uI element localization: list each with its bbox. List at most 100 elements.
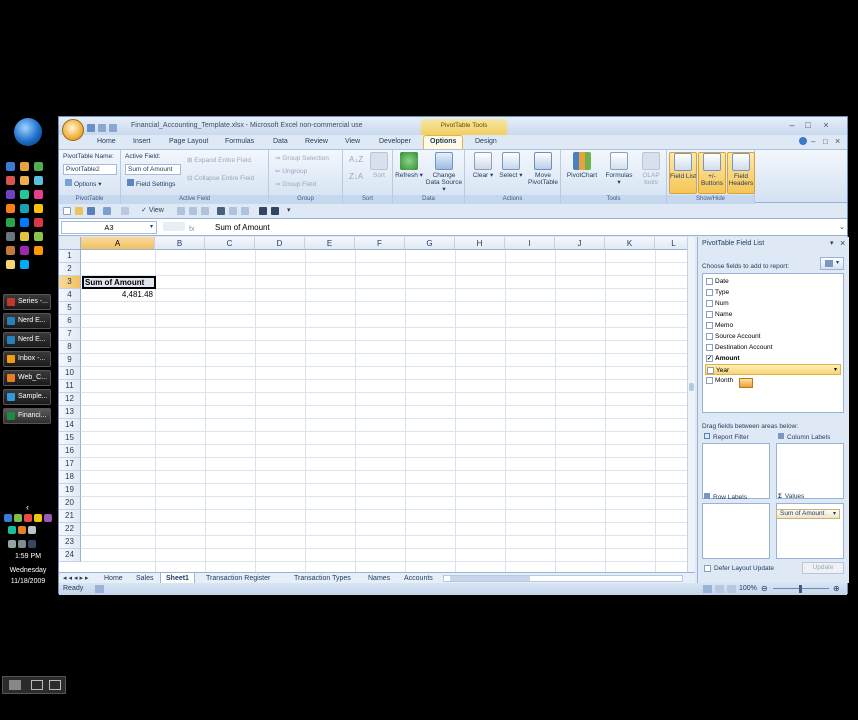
tray-icon[interactable] xyxy=(28,526,36,534)
quick-launch-icon[interactable] xyxy=(20,246,29,255)
pivotchart-button[interactable]: PivotChart xyxy=(565,152,599,179)
quick-launch-icon[interactable] xyxy=(6,204,15,213)
row-labels-area[interactable] xyxy=(702,503,770,559)
workbook-close-icon[interactable]: × xyxy=(835,136,840,146)
taskbar-button[interactable]: Nerd E... xyxy=(3,313,51,329)
page-break-view-icon[interactable] xyxy=(727,585,736,593)
sort-za-icon[interactable]: Z↓A xyxy=(349,172,363,181)
tab-developer[interactable]: Developer xyxy=(373,136,417,147)
column-header-h[interactable]: H xyxy=(455,237,505,250)
new-icon[interactable] xyxy=(63,207,71,215)
tab-review[interactable]: Review xyxy=(299,136,334,147)
field-checkbox[interactable] xyxy=(706,322,713,329)
save-icon[interactable] xyxy=(87,124,95,132)
qat-icon[interactable] xyxy=(189,207,197,215)
switch-windows-icon[interactable] xyxy=(31,680,43,690)
tray-icon[interactable] xyxy=(4,514,12,522)
field-checkbox[interactable] xyxy=(706,300,713,307)
horizontal-scrollbar[interactable] xyxy=(443,575,683,582)
qat-icon[interactable] xyxy=(201,207,209,215)
field-list-button[interactable]: Field List xyxy=(669,152,697,194)
column-header-b[interactable]: B xyxy=(155,237,205,250)
macro-record-icon[interactable] xyxy=(95,585,104,593)
worksheet-grid[interactable]: A B C D E F G H I J K L 1 2 3 4 5 6 7 8 … xyxy=(59,237,693,575)
report-filter-area[interactable] xyxy=(702,443,770,499)
zoom-in-icon[interactable]: ⊕ xyxy=(833,583,840,595)
quick-launch-icon[interactable] xyxy=(34,246,43,255)
expand-formula-icon[interactable]: ⌄ xyxy=(839,223,845,231)
taskbar-button[interactable]: Inbox -... xyxy=(3,351,51,367)
page-layout-view-icon[interactable] xyxy=(715,585,724,593)
row-header[interactable]: 6 xyxy=(59,315,81,328)
column-header-a[interactable]: A xyxy=(81,237,155,250)
column-header-c[interactable]: C xyxy=(205,237,255,250)
tab-view[interactable]: View xyxy=(339,136,366,147)
quick-launch-icon[interactable] xyxy=(20,218,29,227)
quick-launch-icon[interactable] xyxy=(34,162,43,171)
tray-icon[interactable] xyxy=(14,514,22,522)
workbook-restore-icon[interactable]: □ xyxy=(823,137,828,146)
row-header[interactable]: 11 xyxy=(59,380,81,393)
column-header-d[interactable]: D xyxy=(255,237,305,250)
field-checkbox-checked[interactable]: ✓ xyxy=(706,355,713,362)
column-header-g[interactable]: G xyxy=(405,237,455,250)
quick-launch-icon[interactable] xyxy=(20,162,29,171)
defer-layout-update[interactable]: Defer Layout Update xyxy=(704,565,774,572)
row-header[interactable]: 13 xyxy=(59,406,81,419)
ribbon-minimize-icon[interactable]: – xyxy=(811,137,815,146)
field-checkbox[interactable] xyxy=(706,289,713,296)
borders-icon[interactable] xyxy=(259,207,267,215)
taskbar-button[interactable]: Nerd E... xyxy=(3,332,51,348)
sort-button[interactable]: Sort xyxy=(365,152,393,179)
pane-options-icon[interactable]: ▾ xyxy=(830,239,834,247)
qat-icon[interactable] xyxy=(241,207,249,215)
row-header[interactable]: 3 xyxy=(59,276,81,289)
quick-launch-icon[interactable] xyxy=(20,176,29,185)
view-toggle[interactable]: ✓ View xyxy=(141,206,164,214)
olap-tools-button[interactable]: OLAP tools xyxy=(637,152,665,186)
column-header-k[interactable]: K xyxy=(605,237,655,250)
tray-icon[interactable] xyxy=(18,526,26,534)
defer-checkbox[interactable] xyxy=(704,565,711,572)
tray-icon[interactable] xyxy=(24,514,32,522)
ungroup-button[interactable]: ⇐ Ungroup xyxy=(275,167,307,175)
help-icon[interactable] xyxy=(799,137,807,145)
redo-icon[interactable] xyxy=(109,124,117,132)
row-header[interactable]: 20 xyxy=(59,497,81,510)
field-settings-button[interactable]: Field Settings xyxy=(127,179,175,188)
row-header[interactable]: 12 xyxy=(59,393,81,406)
column-header-j[interactable]: J xyxy=(555,237,605,250)
quick-launch-icon[interactable] xyxy=(6,176,15,185)
restore-icon[interactable]: □ xyxy=(801,121,815,130)
tray-expand-icon[interactable]: ‹ xyxy=(26,502,29,512)
tray-icon[interactable] xyxy=(8,526,16,534)
tab-insert[interactable]: Insert xyxy=(127,136,157,147)
field-item-num[interactable]: Num xyxy=(705,298,841,309)
zoom-out-icon[interactable]: ⊖ xyxy=(761,583,768,595)
qat-icon[interactable] xyxy=(229,207,237,215)
field-item-name[interactable]: Name xyxy=(705,309,841,320)
window-icon[interactable] xyxy=(49,680,61,690)
field-item-source-account[interactable]: Source Account xyxy=(705,331,841,342)
taskbar-button[interactable]: Web_C... xyxy=(3,370,51,386)
insert-function-icon[interactable] xyxy=(163,222,185,231)
tab-formulas[interactable]: Formulas xyxy=(219,136,260,147)
field-item-month[interactable]: Month xyxy=(705,375,841,386)
tray-icon[interactable] xyxy=(44,514,52,522)
power-icon[interactable] xyxy=(28,540,36,548)
row-header[interactable]: 1 xyxy=(59,250,81,263)
field-item-date[interactable]: Date xyxy=(705,276,841,287)
refresh-button[interactable]: Refresh ▾ xyxy=(395,152,423,179)
field-checkbox[interactable] xyxy=(706,377,713,384)
name-box-dropdown-icon[interactable]: ▾ xyxy=(150,223,153,230)
qat-icon[interactable] xyxy=(177,207,185,215)
zoom-level[interactable]: 100% xyxy=(739,583,757,595)
zoom-slider-thumb[interactable] xyxy=(799,585,802,593)
row-header[interactable]: 24 xyxy=(59,549,81,562)
quick-launch-icon[interactable] xyxy=(34,204,43,213)
column-header-e[interactable]: E xyxy=(305,237,355,250)
expand-field-button[interactable]: ⊞ Expand Entire Field xyxy=(187,156,251,164)
quick-launch-icon[interactable] xyxy=(34,176,43,185)
cell-a4[interactable]: 4,481.48 xyxy=(81,289,153,301)
field-checkbox[interactable] xyxy=(707,367,714,374)
